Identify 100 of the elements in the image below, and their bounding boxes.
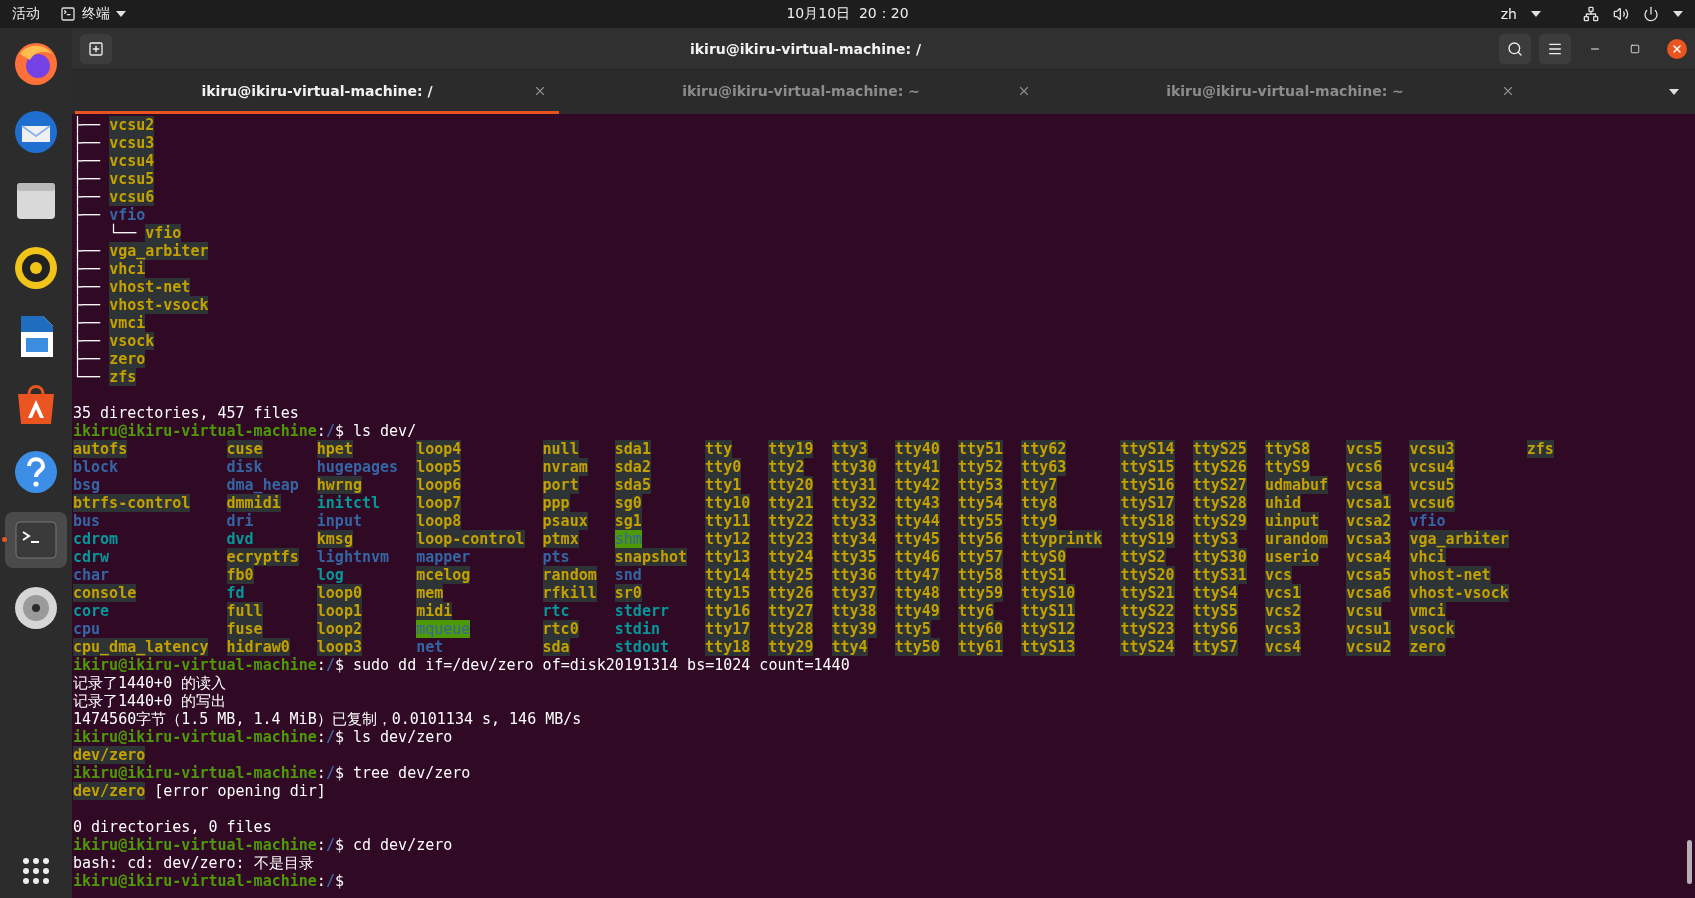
- directory-name: dri: [226, 512, 254, 530]
- terminal-text: :: [316, 872, 326, 890]
- device-file-name: tty5: [894, 620, 931, 638]
- device-file-name: tty43: [894, 494, 940, 512]
- symlink-name: stdout: [614, 638, 669, 656]
- power-icon[interactable]: [1643, 6, 1659, 22]
- terminal-text: 1474560字节（1.5 MB, 1.4 MiB）已复制，0.0101134 s, 146 MB/s: [73, 710, 582, 728]
- symlink-name: log: [316, 566, 344, 584]
- device-file-name: ecryptfs: [226, 548, 299, 566]
- device-file-name: tty17: [705, 620, 751, 638]
- device-file-name: tty28: [768, 620, 814, 638]
- terminal-text: 记录了1440+0 的写出: [73, 692, 227, 710]
- device-file-name: tty61: [957, 638, 1004, 656]
- directory-name: vfio: [1409, 512, 1446, 530]
- device-file-name: vcs2: [1264, 602, 1302, 620]
- device-file-name: ppp: [542, 494, 570, 512]
- terminal-icon: [60, 6, 76, 22]
- device-file-name: ttyS25: [1192, 440, 1247, 458]
- device-file-name: snapshot: [614, 548, 688, 566]
- device-file-name: random: [542, 566, 597, 584]
- volume-icon[interactable]: [1613, 6, 1629, 22]
- new-tab-button[interactable]: [80, 33, 112, 64]
- clock[interactable]: 10月10日 20：20: [786, 5, 909, 23]
- device-file-name: ttyS30: [1192, 548, 1247, 566]
- symlink-name: dvd: [226, 530, 254, 548]
- device-file-name: vsock: [109, 332, 155, 350]
- app-menu[interactable]: 终端: [82, 5, 110, 23]
- terminal-text: 0 directories, 0 files: [73, 818, 272, 836]
- device-file-name: vcsu5: [1409, 476, 1455, 494]
- device-file-name: tty13: [705, 548, 751, 566]
- mail-icon[interactable]: [12, 108, 60, 156]
- prompt-path: /: [325, 836, 335, 854]
- terminal-text: $ ls dev/: [334, 422, 417, 440]
- device-file-name: ttyS5: [1192, 602, 1238, 620]
- terminal-text: :: [316, 764, 326, 782]
- device-file-name: tty36: [831, 566, 877, 584]
- device-file-name: tty44: [894, 512, 940, 530]
- search-icon: [1507, 40, 1523, 57]
- tree-branch: ├──: [73, 170, 102, 188]
- device-file-name: tty21: [768, 494, 814, 512]
- tree-branch: ├──: [73, 116, 102, 134]
- menu-button[interactable]: [1539, 33, 1571, 64]
- browser-icon[interactable]: [12, 40, 60, 88]
- search-button[interactable]: [1499, 33, 1531, 64]
- close-icon: [1671, 42, 1683, 55]
- close-button[interactable]: [1667, 38, 1687, 59]
- directory-name: lightnvm: [316, 548, 390, 566]
- device-file-name: rtc0: [542, 620, 579, 638]
- device-file-name: tty27: [768, 602, 814, 620]
- app-grid-icon[interactable]: [21, 856, 51, 886]
- device-file-name: nvram: [542, 458, 588, 476]
- tree-branch: ├──: [73, 332, 102, 350]
- device-file-name: tty42: [894, 476, 940, 494]
- device-file-name: dev/zero: [73, 782, 146, 800]
- symlink-name: initctl: [316, 494, 381, 512]
- device-file-name: tty50: [894, 638, 940, 656]
- device-file-name: tty59: [957, 584, 1004, 602]
- disc-icon[interactable]: [12, 584, 60, 632]
- activities-button[interactable]: 活动: [12, 5, 40, 23]
- device-file-name: tty47: [894, 566, 940, 584]
- speaker-icon[interactable]: [12, 244, 60, 292]
- device-file-name: tty37: [831, 584, 877, 602]
- device-file-name: tty33: [831, 512, 877, 530]
- device-file-name: ttyS2: [1120, 548, 1166, 566]
- device-file-name: vhci: [109, 260, 146, 278]
- prompt-path: /: [325, 422, 335, 440]
- device-file-name: ttyS7: [1192, 638, 1238, 656]
- device-file-name: vga_arbiter: [1409, 530, 1509, 548]
- directory-name: mapper: [416, 548, 471, 566]
- symlink-name: cdrw: [73, 548, 110, 566]
- device-file-name: sr0: [614, 584, 642, 602]
- device-file-name: tty54: [957, 494, 1004, 512]
- terminal-text: 记录了1440+0 的读入: [73, 674, 227, 692]
- tree-branch: ├──: [73, 260, 102, 278]
- network-icon[interactable]: [1583, 6, 1599, 22]
- caret-icon: [1531, 11, 1541, 17]
- device-file-name: vhost-vsock: [1409, 584, 1509, 602]
- device-file-name: ttyS31: [1192, 566, 1247, 584]
- input-method[interactable]: zh: [1500, 6, 1517, 22]
- tree-branch: ├──: [73, 206, 102, 224]
- terminal-text: $ tree dev/zero: [334, 764, 471, 782]
- device-file-name: zfs: [1526, 440, 1554, 458]
- device-file-name: tty62: [1021, 440, 1067, 458]
- directory-name: mqueue: [416, 620, 471, 638]
- device-file-name: loop8: [416, 512, 462, 530]
- device-file-name: tty40: [894, 440, 940, 458]
- device-file-name: ttyS15: [1120, 458, 1175, 476]
- scrollbar-thumb[interactable]: [1687, 840, 1692, 884]
- device-file-name: vcsu6: [1409, 494, 1455, 512]
- device-file-name: ttyprintk: [1021, 530, 1103, 548]
- device-file-name: tty35: [831, 548, 877, 566]
- device-file-name: tty31: [831, 476, 877, 494]
- device-file-name: ttyS22: [1120, 602, 1175, 620]
- device-file-name: tty15: [705, 584, 751, 602]
- help-icon[interactable]: [12, 448, 60, 496]
- device-file-name: tty32: [831, 494, 877, 512]
- device-file-name: ttyS18: [1120, 512, 1175, 530]
- device-file-name: cpu_dma_latency: [73, 638, 209, 656]
- device-file-name: fuse: [226, 620, 263, 638]
- device-file-name: urandom: [1264, 530, 1329, 548]
